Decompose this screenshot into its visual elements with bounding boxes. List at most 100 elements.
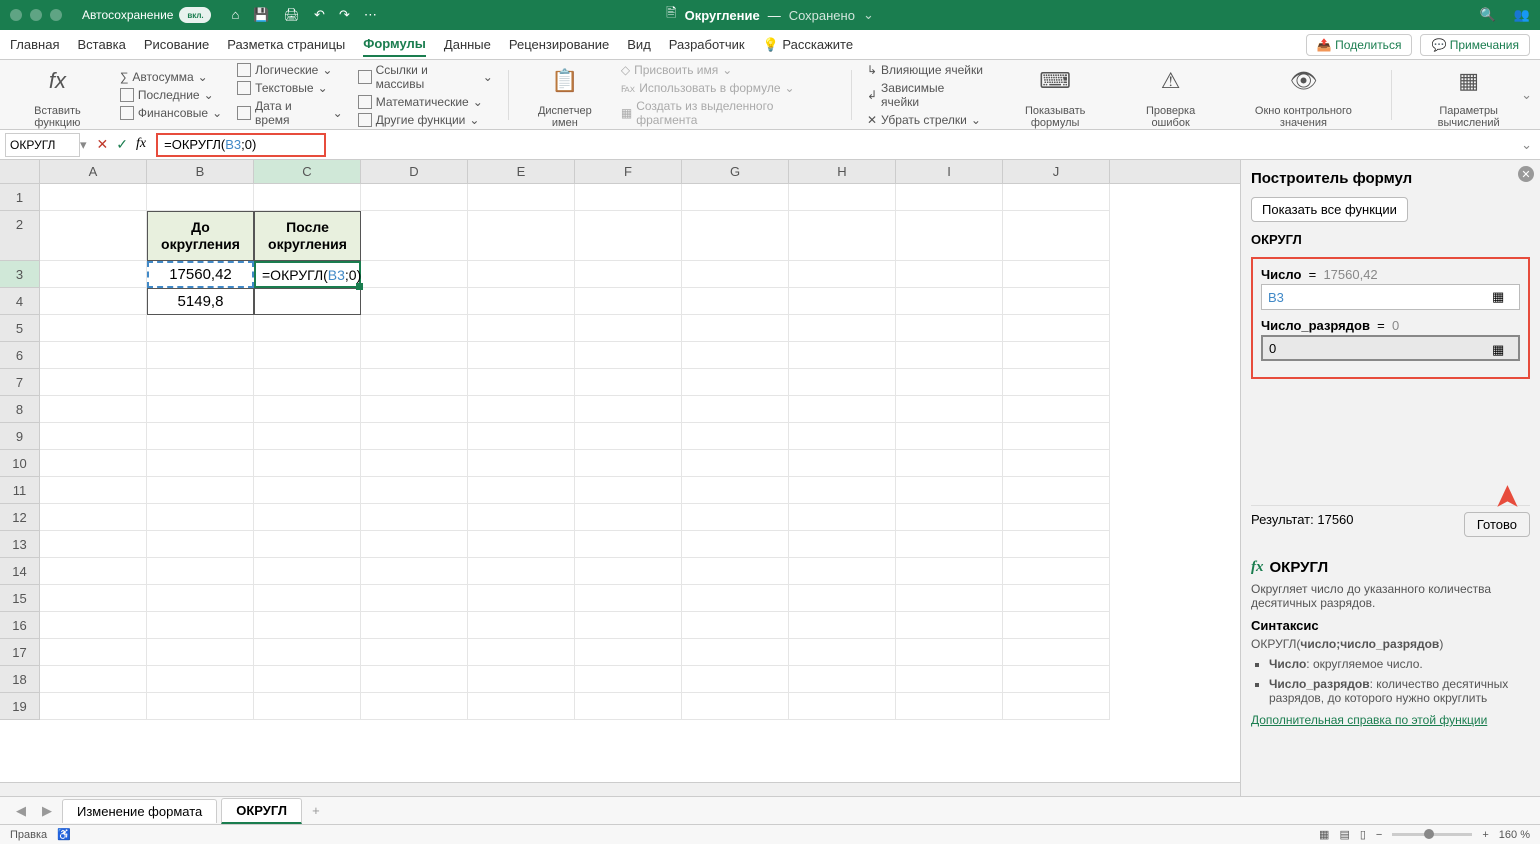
home-icon[interactable]: ⌂	[231, 7, 239, 23]
tabs-prev-icon[interactable]: ◀	[10, 803, 32, 819]
cell-c3-active[interactable]: =ОКРУГЛ(B3;0)	[254, 261, 361, 288]
close-icon[interactable]	[10, 9, 22, 21]
tab-data[interactable]: Данные	[444, 33, 491, 56]
view-break-icon[interactable]: ▯	[1360, 828, 1366, 841]
col-header[interactable]: G	[682, 160, 789, 183]
accessibility-icon[interactable]: ♿	[57, 828, 71, 841]
logical-button[interactable]: Логические ⌄	[237, 63, 343, 77]
use-in-formula-button: ℻ Использовать в формуле ⌄	[621, 81, 836, 95]
formula-input[interactable]: =ОКРУГЛ(B3;0)	[156, 133, 326, 157]
show-formulas-icon[interactable]: ⌨	[1035, 61, 1075, 101]
insert-function-icon[interactable]: fx	[37, 61, 77, 101]
col-header[interactable]: E	[468, 160, 575, 183]
view-page-icon[interactable]: ▤	[1339, 828, 1349, 841]
col-header[interactable]: H	[789, 160, 896, 183]
select-all-corner[interactable]	[0, 160, 40, 183]
header-cell[interactable]: До округления	[147, 211, 254, 261]
tab-developer[interactable]: Разработчик	[669, 33, 745, 56]
text-button[interactable]: Текстовые ⌄	[237, 81, 343, 95]
collapse-ribbon-icon[interactable]: ⌄	[1521, 87, 1532, 103]
autosum-button[interactable]: ∑ Автосумма ⌄	[120, 70, 222, 84]
precedents-button[interactable]: ↳ Влияющие ячейки	[867, 63, 985, 77]
search-icon[interactable]: 🔍	[1480, 7, 1496, 23]
tab-view[interactable]: Вид	[627, 33, 651, 56]
save-status: Сохранено	[789, 8, 855, 23]
minimize-icon[interactable]	[30, 9, 42, 21]
arg-digits-input[interactable]	[1261, 335, 1520, 361]
share-icon[interactable]: 👥	[1514, 7, 1530, 23]
tab-formulas[interactable]: Формулы	[363, 32, 426, 57]
done-button[interactable]: Готово	[1464, 512, 1530, 537]
h-scrollbar[interactable]	[0, 782, 1240, 796]
close-panel-icon[interactable]: ✕	[1518, 166, 1534, 182]
tab-review[interactable]: Рецензирование	[509, 33, 609, 56]
financial-button[interactable]: Финансовые ⌄	[120, 106, 222, 120]
more-fn-button[interactable]: Другие функции ⌄	[358, 113, 493, 127]
datetime-button[interactable]: Дата и время ⌄	[237, 99, 343, 127]
lookup-icon	[358, 70, 372, 84]
error-check-icon[interactable]: ⚠	[1151, 61, 1191, 101]
undo-icon[interactable]: ↶	[314, 7, 325, 23]
col-header[interactable]: I	[896, 160, 1003, 183]
autosave-toggle[interactable]: вкл.	[179, 7, 211, 23]
function-name: ОКРУГЛ	[1251, 232, 1530, 247]
show-all-functions-button[interactable]: Показать все функции	[1251, 197, 1408, 222]
redo-icon[interactable]: ↷	[339, 7, 350, 23]
cancel-formula-icon[interactable]: ✕	[97, 136, 109, 153]
fx-icon[interactable]: fx	[136, 136, 146, 153]
add-sheet-icon[interactable]: +	[306, 803, 326, 818]
window-controls[interactable]	[10, 9, 62, 21]
tab-home[interactable]: Главная	[10, 33, 59, 56]
expand-formulabar-icon[interactable]: ⌄	[1521, 137, 1532, 153]
col-header[interactable]: A	[40, 160, 147, 183]
confirm-formula-icon[interactable]: ✓	[116, 136, 128, 153]
function-args: Число = 17560,42 ▦ Число_разрядов = 0 ▦	[1251, 257, 1530, 379]
cell-c4[interactable]	[254, 288, 361, 315]
arg-number-input[interactable]	[1261, 284, 1520, 310]
comments-button[interactable]: 💬 Примечания	[1420, 34, 1530, 56]
share-button[interactable]: 📤 Поделиться	[1306, 34, 1413, 56]
chevron-down-icon[interactable]: ⌄	[863, 7, 874, 23]
syntax-text: ОКРУГЛ(число;число_разрядов)	[1251, 637, 1530, 651]
lookup-button[interactable]: Ссылки и массивы ⌄	[358, 63, 493, 91]
remove-arrows-button[interactable]: ✕ Убрать стрелки ⌄	[867, 113, 985, 127]
name-box[interactable]	[5, 133, 80, 157]
tab-layout[interactable]: Разметка страницы	[227, 33, 345, 56]
recent-button[interactable]: Последние ⌄	[120, 88, 222, 102]
zoom-out-icon[interactable]: −	[1376, 829, 1382, 841]
col-header[interactable]: B	[147, 160, 254, 183]
col-header[interactable]: D	[361, 160, 468, 183]
sheet-tab[interactable]: ОКРУГЛ	[221, 798, 302, 824]
range-picker-icon[interactable]: ▦	[1492, 342, 1506, 356]
tellme[interactable]: 💡 Расскажите	[763, 33, 853, 57]
more-help-link[interactable]: Дополнительная справка по этой функции	[1251, 713, 1530, 727]
view-normal-icon[interactable]: ▦	[1319, 828, 1329, 841]
calc-opts-icon[interactable]: ▦	[1449, 61, 1489, 101]
zoom-slider[interactable]	[1392, 833, 1472, 836]
col-header[interactable]: C	[254, 160, 361, 183]
zoom-in-icon[interactable]: +	[1482, 829, 1488, 841]
tab-draw[interactable]: Рисование	[144, 33, 209, 56]
cell-b4[interactable]: 5149,8	[147, 288, 254, 315]
spreadsheet[interactable]: A B C D E F G H I J 1 2До округленияПосл…	[0, 160, 1240, 796]
text-icon	[237, 81, 251, 95]
watch-icon[interactable]: 👁	[1283, 61, 1323, 101]
money-icon	[120, 106, 134, 120]
zoom-value[interactable]: 160 %	[1499, 829, 1530, 841]
math-button[interactable]: Математические ⌄	[358, 95, 493, 109]
more-icon[interactable]: ⋯	[364, 7, 377, 23]
print-icon[interactable]: 🖨	[284, 7, 301, 23]
tab-insert[interactable]: Вставка	[77, 33, 125, 56]
fx-icon: fx	[1251, 559, 1264, 576]
range-picker-icon[interactable]: ▦	[1492, 289, 1506, 303]
zoom-icon[interactable]	[50, 9, 62, 21]
header-cell[interactable]: После округления	[254, 211, 361, 261]
col-header[interactable]: J	[1003, 160, 1110, 183]
save-icon[interactable]: 💾	[253, 7, 269, 23]
sheet-tab[interactable]: Изменение формата	[62, 799, 217, 823]
name-mgr-icon[interactable]: 📋	[545, 61, 585, 101]
cell-b3[interactable]: 17560,42	[147, 261, 254, 288]
dependents-button[interactable]: ↲ Зависимые ячейки	[867, 81, 985, 109]
tabs-next-icon[interactable]: ▶	[36, 803, 58, 819]
col-header[interactable]: F	[575, 160, 682, 183]
